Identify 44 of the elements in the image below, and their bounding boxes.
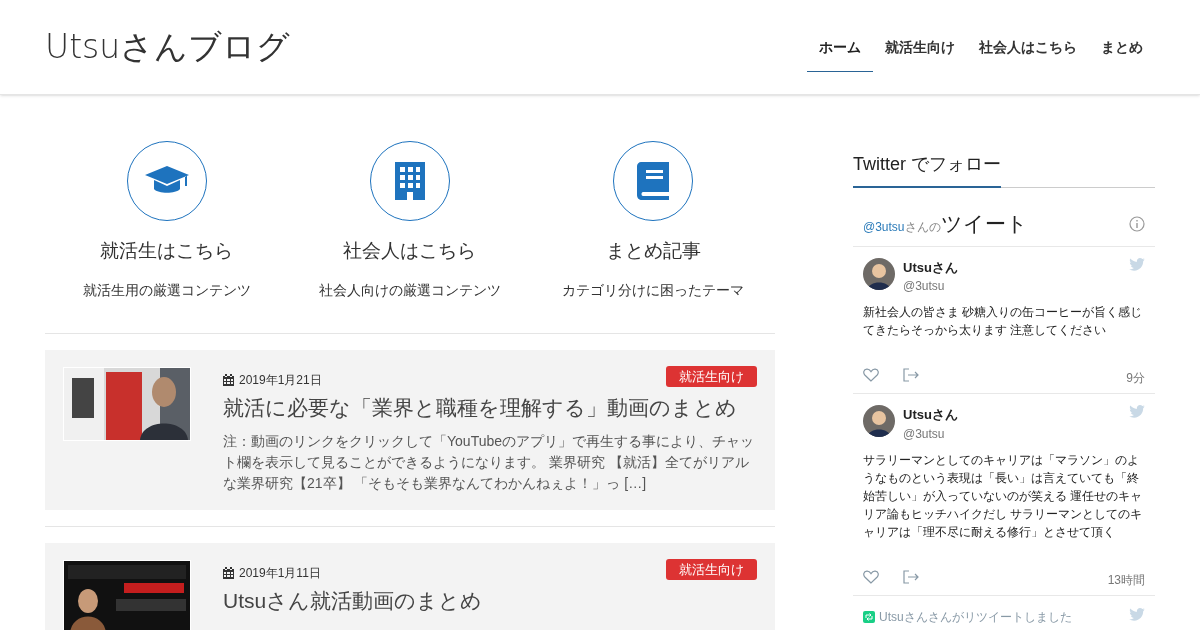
tweet-text: サラリーマンとしてのキャリアは「マラソン」のようなものという表現は「長い」は言えていても「終始苦しい」が入っていないのが笑える 運任せのキャリア論もヒッチハイクだし サラリーマンとしてのキャリアは「理不尽に耐える修行」とさせて頂く bbox=[863, 451, 1144, 541]
feature-description: 社会人向けの厳選コンテンツ bbox=[319, 280, 501, 300]
feature-title[interactable]: まとめ記事 bbox=[605, 237, 701, 266]
timeline-label: さんの bbox=[904, 220, 941, 236]
nav-link[interactable]: まとめ bbox=[1089, 24, 1155, 72]
feature-title[interactable]: 就活生はこちら bbox=[100, 237, 234, 266]
sidebar-heading: Twitter でフォロー bbox=[853, 151, 1001, 188]
book-icon bbox=[637, 162, 670, 200]
post-title[interactable]: 就活に必要な「業界と職種を理解する」動画のまとめ bbox=[223, 394, 757, 421]
post-date: 2019年1月11日 bbox=[239, 564, 321, 582]
post-date: 2019年1月21日 bbox=[239, 371, 322, 389]
tweet-text: 新社会人の皆さま 砂糖入りの缶コーヒーが旨く感じてきたらそっから太ります 注意してください bbox=[863, 304, 1144, 339]
tweet-author[interactable]: Utsuさん bbox=[903, 405, 958, 425]
avatar[interactable] bbox=[863, 257, 895, 290]
category-badge[interactable]: 就活生向け bbox=[666, 558, 757, 580]
feature-description: カテゴリ分けに困ったテーマ bbox=[562, 280, 745, 300]
building-icon bbox=[395, 162, 425, 200]
tweet-handle[interactable]: @3utsu bbox=[903, 424, 958, 443]
info-icon[interactable] bbox=[1129, 215, 1145, 232]
feature-title[interactable]: 社会人はこちら bbox=[343, 237, 477, 266]
tweet-time-link[interactable]: 9分 bbox=[1126, 369, 1145, 387]
heart-icon[interactable] bbox=[863, 569, 879, 584]
share-icon[interactable] bbox=[903, 569, 919, 584]
tweet-time-link[interactable]: 13時間 bbox=[1107, 570, 1145, 589]
post-excerpt: 注：動画のリンクをクリックして「YouTubeのアプリ」で再生する事により、チャット欄を表示して見ることができるようになります。 業界研究 【就活】全てがリアルな業界研究【21卒】 「そもそも業界なんてわかんねぇよ！」っ […] bbox=[223, 431, 755, 493]
nav-link[interactable]: ホーム bbox=[807, 24, 873, 72]
retweet-notice: Utsuさんさんがリツイートしました bbox=[879, 608, 1072, 626]
nav-link[interactable]: 就活生向け bbox=[873, 24, 967, 72]
post-title[interactable]: Utsuさん就活動画のまとめ bbox=[223, 587, 757, 614]
calendar-icon bbox=[223, 373, 234, 386]
graduation-cap-icon bbox=[144, 166, 189, 196]
category-badge[interactable]: 就活生向け bbox=[666, 365, 757, 387]
heart-icon[interactable] bbox=[863, 368, 879, 382]
share-icon[interactable] bbox=[903, 368, 919, 382]
nav-link[interactable]: 社会人はこちら bbox=[967, 24, 1089, 72]
retweet-icon bbox=[863, 610, 875, 623]
avatar[interactable] bbox=[863, 405, 895, 437]
timeline-title: ツイート bbox=[940, 211, 1028, 237]
calendar-icon bbox=[223, 566, 234, 579]
tweet-handle[interactable]: @3utsu bbox=[903, 277, 958, 295]
twitter-handle-link[interactable]: @3utsu bbox=[863, 218, 905, 236]
site-logo[interactable]: Utsuさんブログ bbox=[45, 22, 291, 72]
tweet-author[interactable]: Utsuさん bbox=[903, 257, 958, 277]
feature-description: 就活生用の厳選コンテンツ bbox=[82, 280, 251, 300]
